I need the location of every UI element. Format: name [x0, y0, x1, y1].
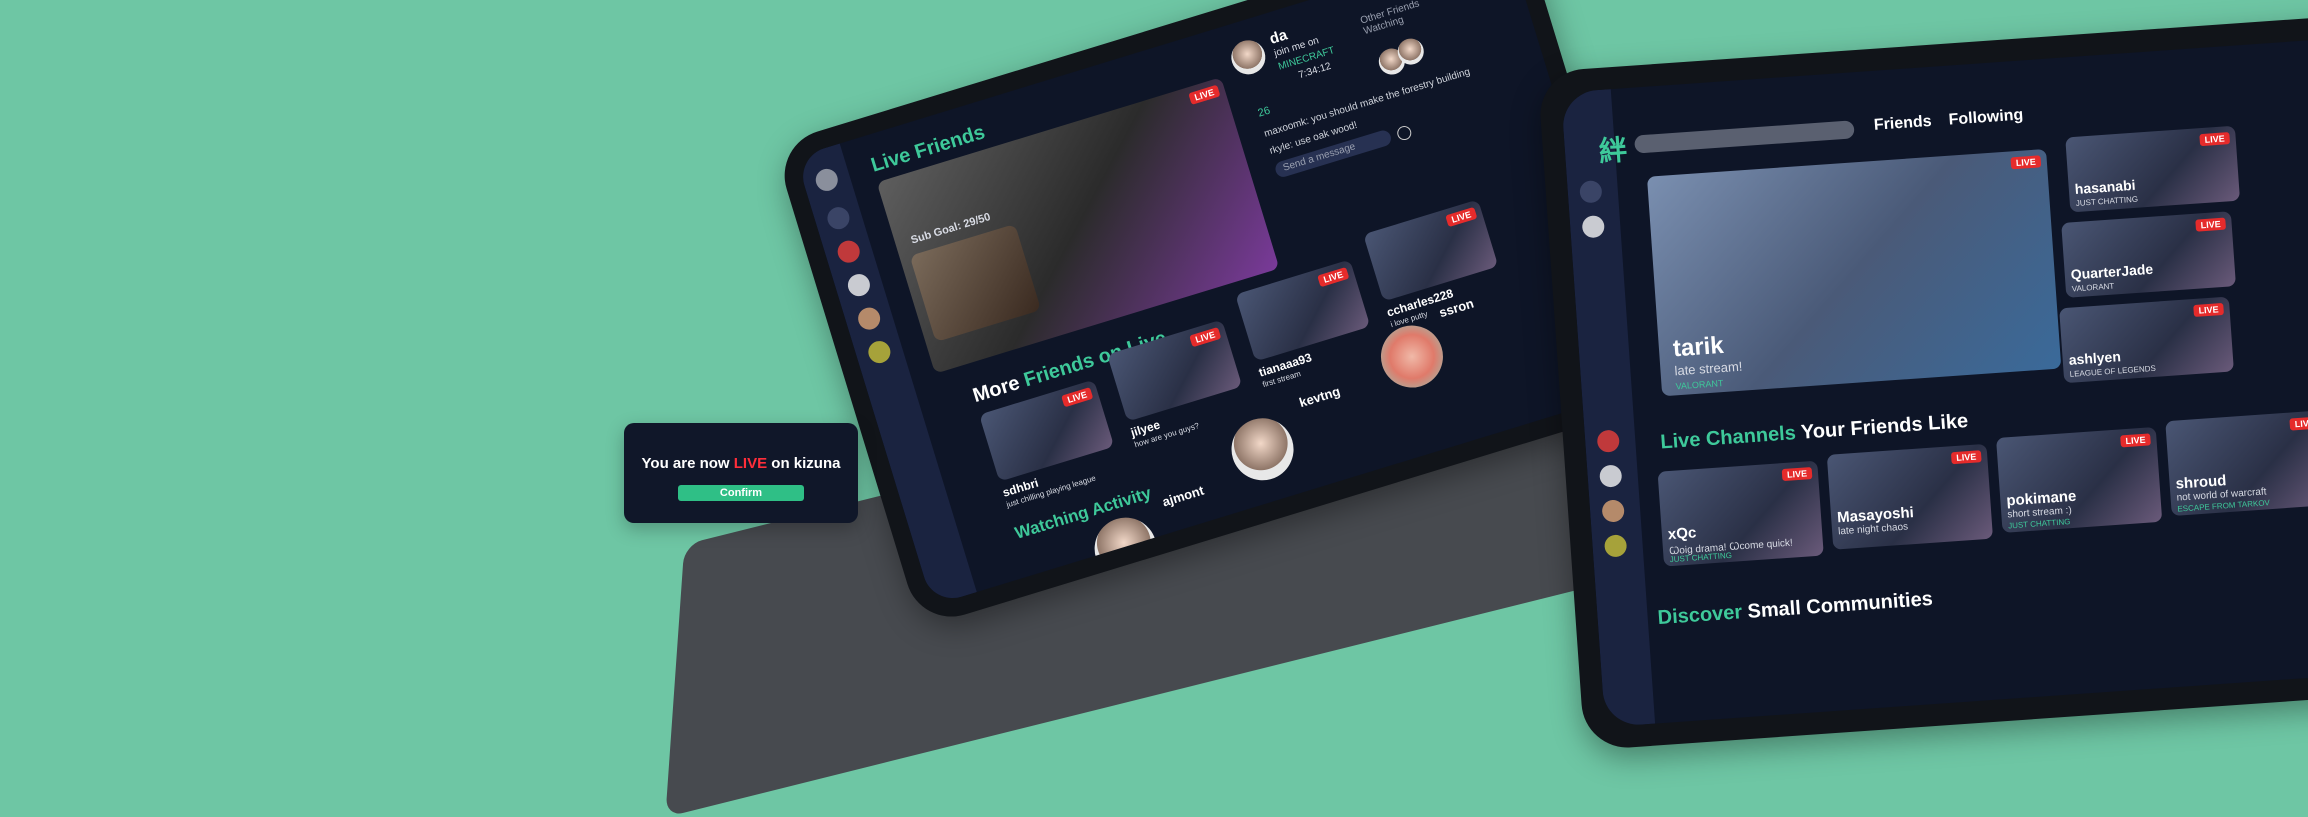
live-badge: LIVE: [1445, 206, 1478, 228]
toast-message: You are now LIVE on kizuna: [624, 455, 858, 472]
sidebar: [1560, 89, 1656, 728]
live-badge: LIVE: [2193, 302, 2224, 318]
user-avatar[interactable]: [813, 166, 841, 194]
live-badge: LIVE: [2010, 155, 2042, 170]
search-input[interactable]: [1634, 120, 1855, 154]
chat-text: you should make the forestry building: [1309, 66, 1472, 126]
channel-avatar[interactable]: [855, 304, 883, 333]
chat-message: maxoomk: you should make the forestry bu…: [1262, 66, 1472, 140]
emoji-icon[interactable]: [1395, 124, 1414, 142]
channel-card[interactable]: LIVE shroud not world of warcraft ESCAPE…: [2165, 410, 2308, 517]
nav-following[interactable]: Following: [1948, 106, 2024, 129]
side-stream-name: ashlyen: [2068, 348, 2122, 368]
discover-title: Discover Small Communities: [1657, 588, 1934, 630]
discover-rest: Small Communities: [1741, 587, 1934, 624]
stream-card[interactable]: LIVE: [1107, 319, 1243, 422]
tablet-right: 絆 Friends Following LIVE tarik late stre…: [1537, 9, 2308, 751]
hero-category: VALORANT: [1675, 378, 1724, 392]
live-badge: LIVE: [2199, 132, 2231, 147]
chat-user: rkyle: [1268, 140, 1292, 157]
channel-avatar[interactable]: [1581, 214, 1606, 239]
channel-avatar[interactable]: [1596, 429, 1621, 453]
channel-avatar[interactable]: [1603, 534, 1628, 558]
watcher-name: ajmont: [1160, 482, 1206, 510]
live-channels-accent: Live Channels: [1659, 422, 1797, 454]
live-badge: LIVE: [2120, 433, 2151, 448]
live-badge: LIVE: [1189, 327, 1222, 348]
hero-stream[interactable]: LIVE tarik late stream! VALORANT: [1646, 148, 2062, 397]
other-friends-label: Other Friends Watching: [1359, 0, 1421, 38]
live-badge: LIVE: [2289, 416, 2308, 431]
side-stream-name: hasanabi: [2074, 176, 2136, 197]
channel-name: xQc: [1667, 524, 1697, 544]
watcher-name: kevtng: [1297, 383, 1342, 411]
toast-live-word: LIVE: [733, 455, 768, 472]
channel-avatar[interactable]: [834, 237, 863, 266]
watcher-avatar[interactable]: [1373, 317, 1451, 396]
friends-icon[interactable]: [824, 204, 853, 232]
streamer-avatar[interactable]: [1227, 36, 1270, 79]
hero-name: tarik: [1672, 331, 1725, 363]
side-stream-category: VALORANT: [2071, 281, 2115, 294]
stream-card[interactable]: LIVE: [1363, 199, 1499, 302]
channel-card[interactable]: LIVE xQc Ꞷoig drama! Ꞷcome quick! JUST C…: [1657, 460, 1824, 567]
channel-avatar[interactable]: [1598, 464, 1623, 488]
confirm-button[interactable]: Confirm: [678, 485, 804, 501]
watcher-avatar[interactable]: [1223, 410, 1302, 488]
nav-friends[interactable]: Friends: [1873, 113, 1932, 135]
channel-avatar[interactable]: [845, 271, 873, 299]
channel-card[interactable]: LIVE pokimane short stream :) JUST CHATT…: [1996, 426, 2163, 533]
discover-accent: Discover: [1656, 601, 1743, 630]
side-stream[interactable]: LIVE hasanabi JUST CHATTING: [2065, 125, 2241, 213]
tablet-right-screen: 絆 Friends Following LIVE tarik late stre…: [1560, 32, 2308, 728]
live-badge: LIVE: [1950, 450, 1982, 465]
live-badge: LIVE: [1188, 84, 1221, 105]
live-badge: LIVE: [1317, 266, 1350, 288]
app-logo[interactable]: 絆: [1598, 128, 1629, 170]
toast-suffix: on kizuna: [767, 455, 841, 472]
like-count: 26: [1256, 104, 1272, 120]
channel-avatar[interactable]: [1601, 499, 1625, 523]
live-toast: You are now LIVE on kizuna Confirm: [624, 423, 858, 523]
channel-card[interactable]: LIVE Masayoshi late night chaos: [1826, 443, 1994, 550]
live-badge: LIVE: [1061, 387, 1094, 408]
side-stream[interactable]: LIVE ashlyen LEAGUE OF LEGENDS: [2059, 296, 2234, 384]
live-badge: LIVE: [2195, 217, 2227, 232]
hero-title: late stream!: [1674, 358, 1743, 379]
side-stream[interactable]: LIVE QuarterJade VALORANT: [2061, 211, 2236, 298]
live-channels-rest: Your Friends Like: [1795, 410, 1969, 445]
channel-avatar[interactable]: [865, 338, 894, 366]
live-badge: LIVE: [1781, 467, 1813, 482]
side-stream-category: JUST CHATTING: [2075, 194, 2139, 208]
toast-prefix: You are now: [641, 455, 734, 472]
side-stream-name: QuarterJade: [2070, 260, 2154, 283]
friends-icon[interactable]: [1579, 180, 1603, 204]
